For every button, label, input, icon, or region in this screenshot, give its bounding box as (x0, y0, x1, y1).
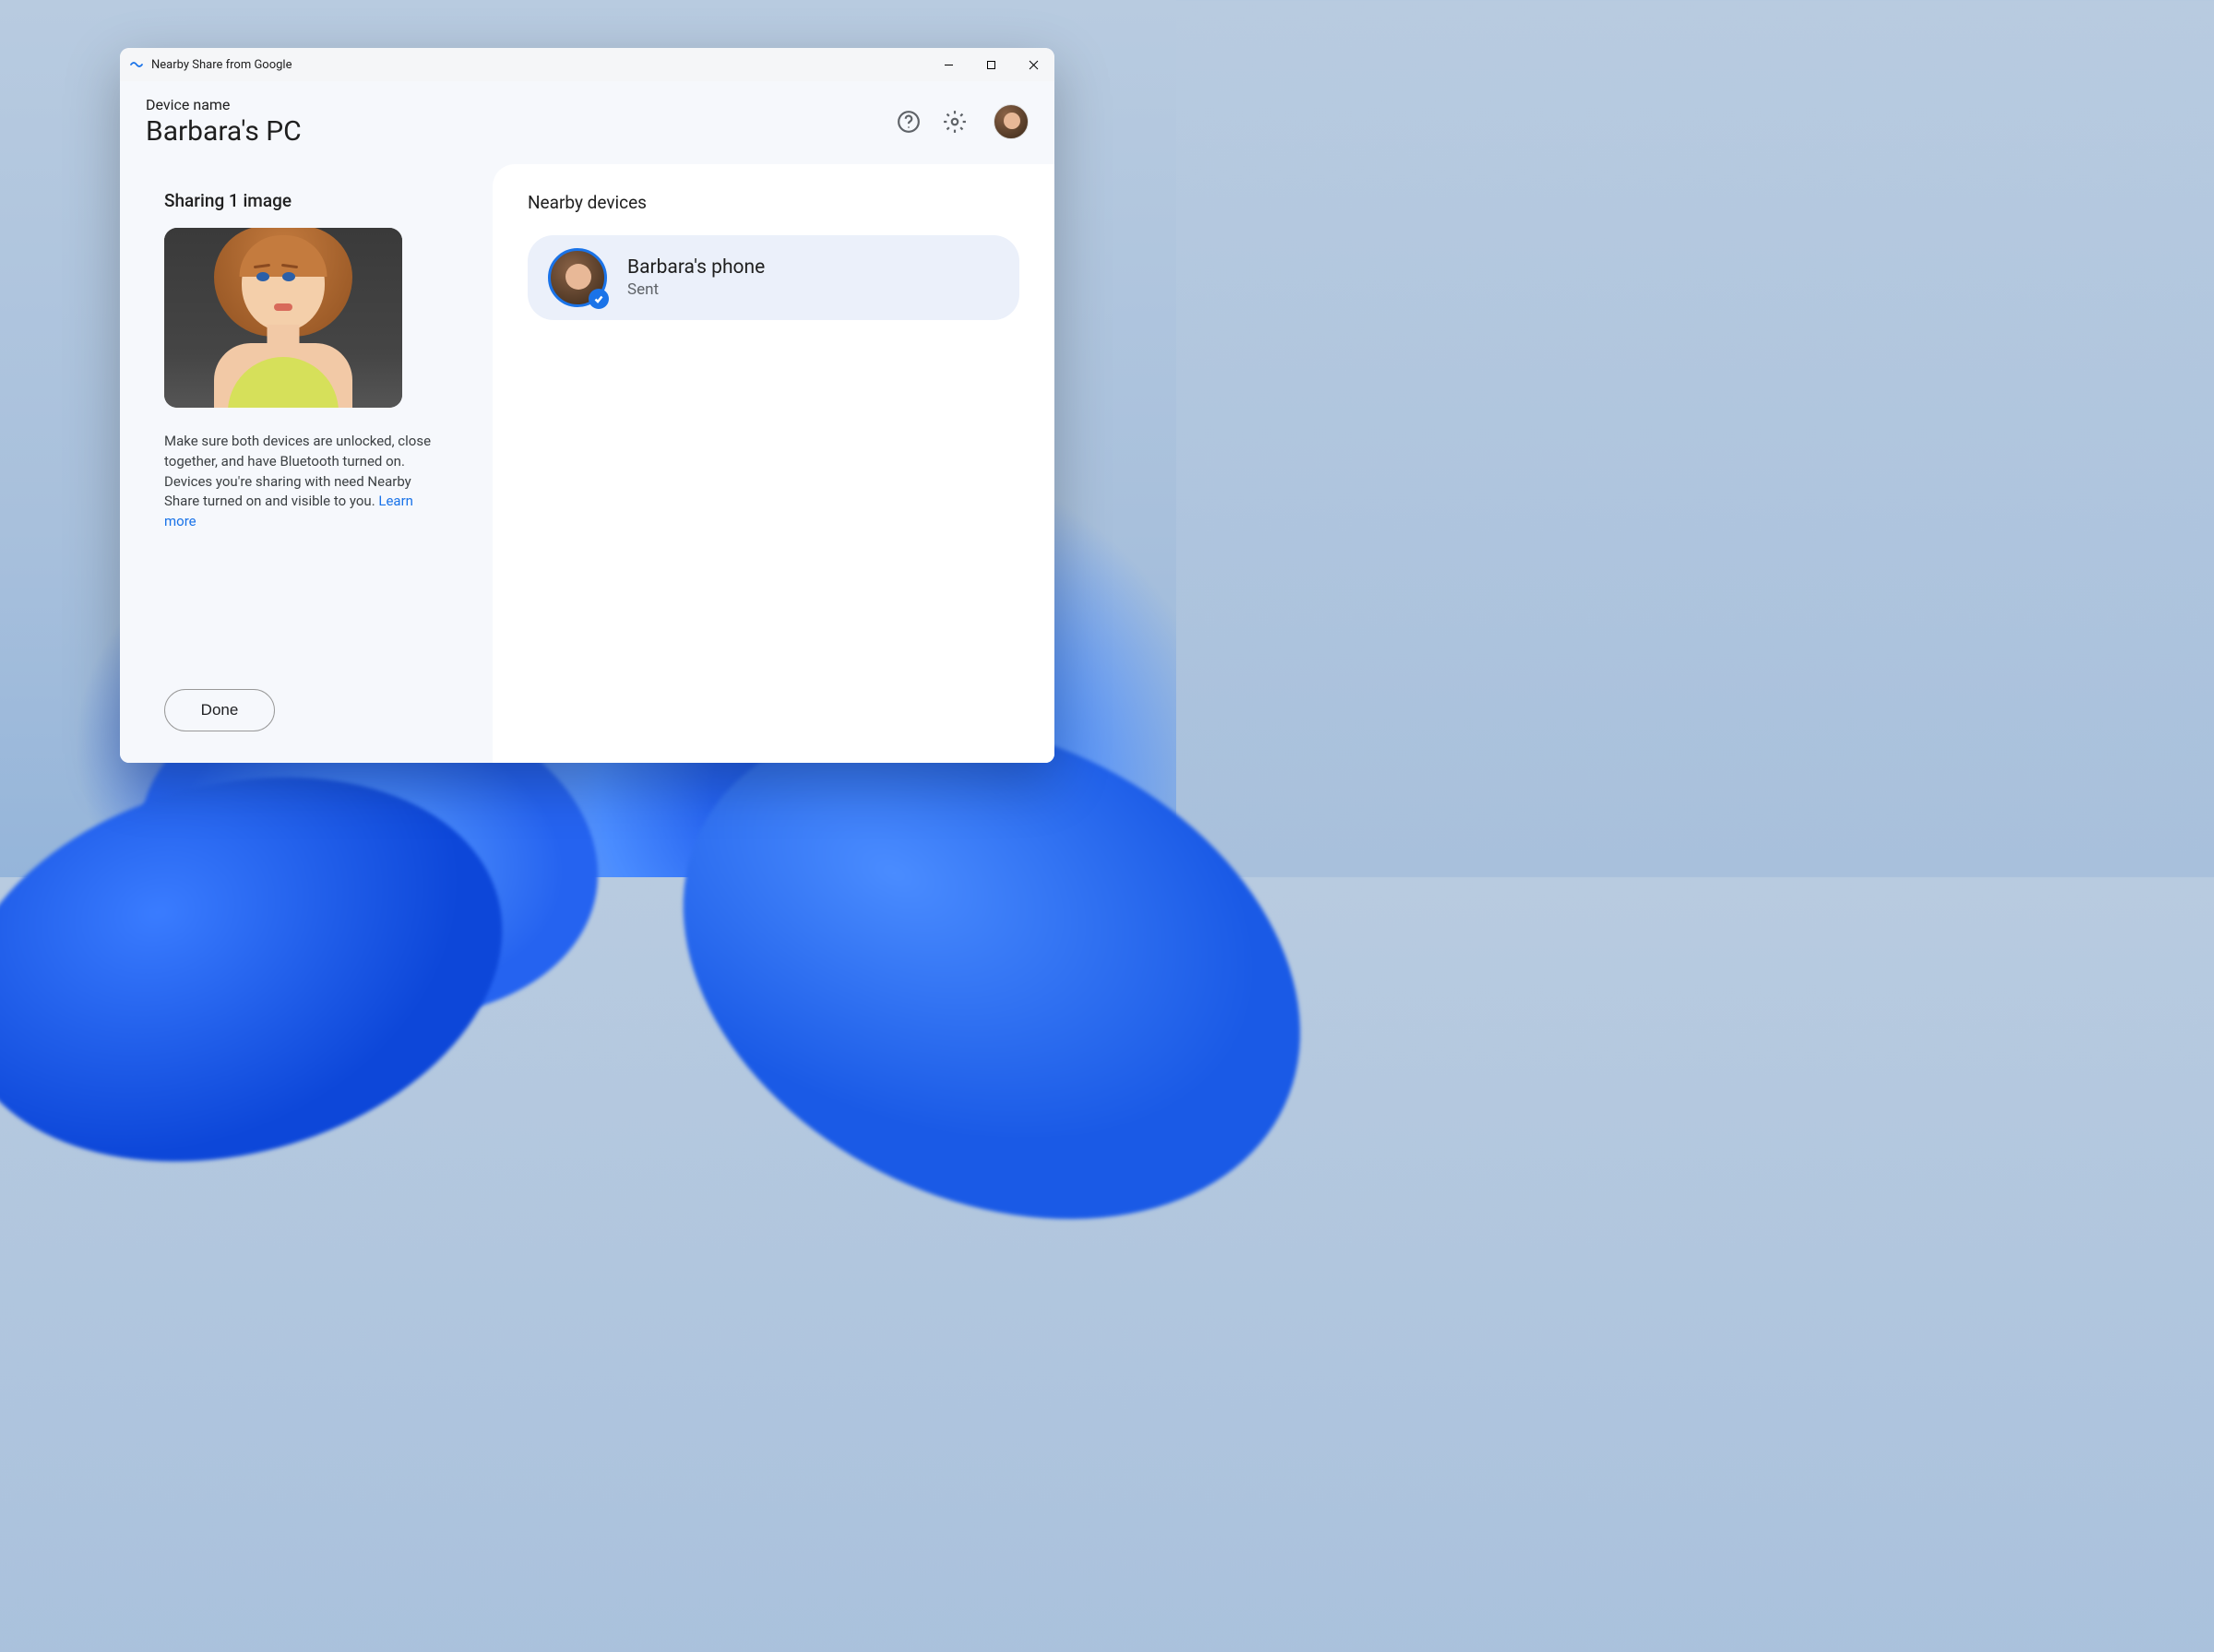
sent-check-icon (589, 289, 609, 309)
device-name: Barbara's PC (146, 115, 894, 148)
device-status: Sent (627, 280, 765, 299)
app-icon (129, 57, 144, 72)
help-text: Make sure both devices are unlocked, clo… (164, 432, 441, 532)
app-window: Nearby Share from Google Device name Bar… (120, 48, 1054, 763)
titlebar: Nearby Share from Google (120, 48, 1054, 81)
gear-icon[interactable] (940, 107, 970, 137)
maximize-button[interactable] (970, 48, 1012, 81)
help-icon[interactable] (894, 107, 923, 137)
done-button[interactable]: Done (164, 689, 275, 731)
nearby-devices-panel: Nearby devices Barbara's phone Sent (493, 164, 1054, 763)
nearby-devices-title: Nearby devices (528, 192, 1019, 213)
sharing-panel: Sharing 1 image Make sure both devices a… (120, 164, 493, 763)
device-avatar (548, 248, 607, 307)
image-preview (164, 228, 402, 408)
user-avatar[interactable] (994, 104, 1029, 139)
close-button[interactable] (1012, 48, 1054, 81)
device-card-name: Barbara's phone (627, 256, 765, 279)
window-title: Nearby Share from Google (151, 58, 927, 72)
nearby-device-card[interactable]: Barbara's phone Sent (528, 235, 1019, 320)
sharing-title: Sharing 1 image (164, 190, 458, 211)
device-name-label: Device name (146, 96, 894, 113)
app-header: Device name Barbara's PC (120, 81, 1054, 164)
minimize-button[interactable] (927, 48, 970, 81)
